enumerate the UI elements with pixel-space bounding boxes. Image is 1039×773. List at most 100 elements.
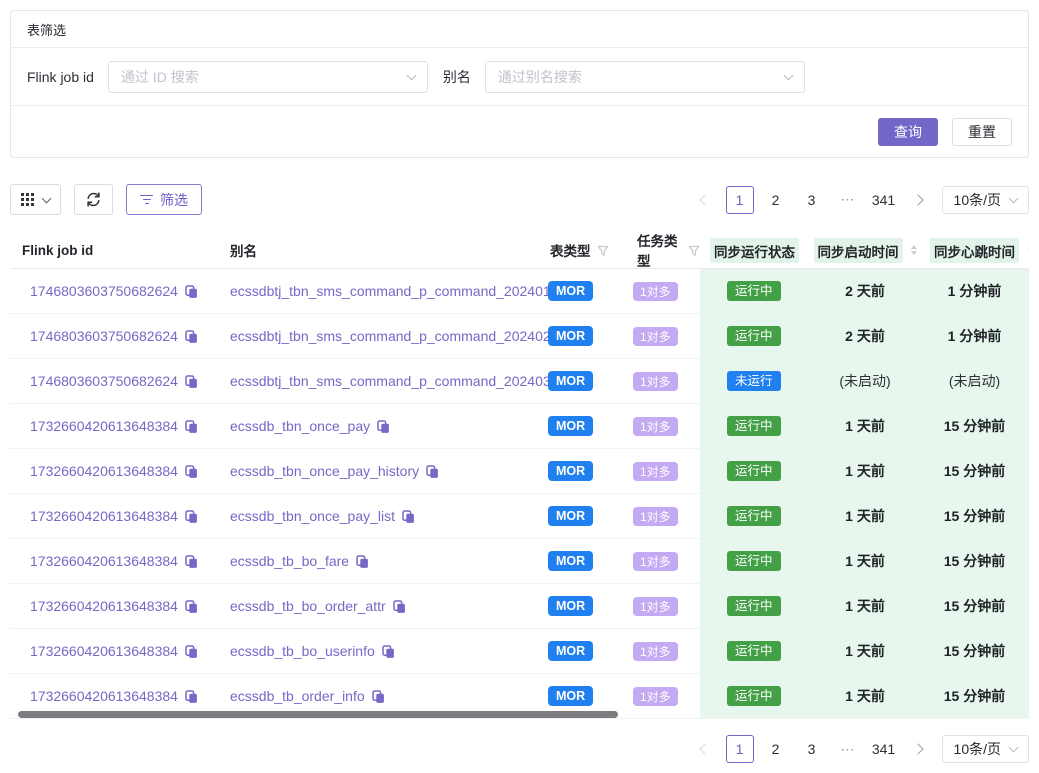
- column-header-label: 同步启动时间: [814, 238, 903, 263]
- cell-task-type: 1对多: [625, 359, 700, 403]
- flink-job-id-link[interactable]: 1732660420613648384: [30, 418, 178, 434]
- table-row: 1732660420613648384 ecssdb_tb_bo_userinfo…: [10, 629, 1029, 674]
- copy-icon[interactable]: [402, 510, 415, 524]
- horizontal-scrollbar-thumb[interactable]: [18, 711, 618, 718]
- cell-task-type: 1对多: [625, 629, 700, 673]
- alias-link[interactable]: ecssdbtj_tbn_sms_command_p_command_20240…: [230, 373, 551, 389]
- copy-icon[interactable]: [185, 510, 198, 524]
- page-size-select[interactable]: 10条/页: [942, 735, 1029, 763]
- copy-icon[interactable]: [185, 645, 198, 659]
- cell-task-type: 1对多: [625, 269, 700, 313]
- sort-icon[interactable]: [1028, 242, 1029, 252]
- cell-sync-heartbeat-time: 15 分钟前: [920, 404, 1029, 448]
- copy-icon[interactable]: [185, 330, 198, 344]
- flink-job-id-link[interactable]: 1746803603750682624: [30, 328, 178, 344]
- sync-status-badge: 运行中: [727, 641, 781, 661]
- refresh-icon: [85, 191, 102, 208]
- flink-job-id-link[interactable]: 1732660420613648384: [30, 463, 178, 479]
- copy-icon[interactable]: [426, 465, 439, 479]
- alias-placeholder: 通过别名搜索: [498, 67, 582, 87]
- cell-sync-status: 运行中: [700, 404, 810, 448]
- table-header-row: Flink job id别名表类型任务类型同步运行状态同步启动时间同步心跳时间: [10, 230, 1029, 269]
- cell-alias: ecssdb_tbn_once_pay_list: [218, 494, 538, 538]
- column-settings-button[interactable]: [10, 184, 61, 215]
- cell-sync-status: 运行中: [700, 539, 810, 583]
- column-header-label: 同步运行状态: [710, 238, 799, 263]
- cell-flink-job-id: 1732660420613648384: [10, 494, 218, 538]
- column-header-label: 别名: [230, 240, 257, 260]
- page-size-select[interactable]: 10条/页: [942, 186, 1029, 214]
- copy-icon[interactable]: [185, 555, 198, 569]
- pagination-next-button[interactable]: [906, 735, 934, 763]
- pagination-page-341[interactable]: 341: [870, 735, 898, 763]
- alias-link[interactable]: ecssdb_tbn_once_pay_list: [230, 508, 395, 524]
- copy-icon[interactable]: [185, 285, 198, 299]
- alias-link[interactable]: ecssdb_tb_bo_order_attr: [230, 598, 386, 614]
- copy-icon[interactable]: [377, 420, 390, 434]
- alias-link[interactable]: ecssdbtj_tbn_sms_command_p_command_20240…: [230, 328, 551, 344]
- cell-sync-heartbeat-time: 15 分钟前: [920, 539, 1029, 583]
- alias-link[interactable]: ecssdb_tb_bo_userinfo: [230, 643, 375, 659]
- cell-flink-job-id: 1746803603750682624: [10, 269, 218, 313]
- table-body: 1746803603750682624 ecssdbtj_tbn_sms_comm…: [10, 269, 1029, 719]
- copy-icon[interactable]: [185, 420, 198, 434]
- copy-icon[interactable]: [372, 690, 385, 704]
- sync-start-time-value: 1 天前: [845, 641, 885, 661]
- cell-task-type: 1对多: [625, 314, 700, 358]
- filter-funnel-icon[interactable]: [688, 245, 700, 257]
- copy-icon[interactable]: [185, 690, 198, 704]
- copy-icon[interactable]: [185, 600, 198, 614]
- alias-link[interactable]: ecssdbtj_tbn_sms_command_p_command_20240…: [230, 283, 551, 299]
- pagination-page-3[interactable]: 3: [798, 186, 826, 214]
- cell-sync-heartbeat-time: 15 分钟前: [920, 674, 1029, 718]
- flink-job-id-link[interactable]: 1732660420613648384: [30, 688, 178, 704]
- refresh-button[interactable]: [74, 184, 113, 215]
- chevron-down-icon: [406, 71, 416, 81]
- sync-heartbeat-time-value: 15 分钟前: [944, 641, 1005, 661]
- filter-funnel-icon[interactable]: [597, 245, 609, 257]
- chevron-down-icon: [1009, 193, 1019, 203]
- pagination-page-1[interactable]: 1: [726, 735, 754, 763]
- reset-button[interactable]: 重置: [952, 118, 1012, 146]
- alias-link[interactable]: ecssdb_tb_bo_fare: [230, 553, 349, 569]
- cell-sync-start-time: 2 天前: [810, 314, 920, 358]
- sync-start-time-value: 1 天前: [845, 686, 885, 706]
- copy-icon[interactable]: [185, 465, 198, 479]
- flink-job-id-link[interactable]: 1732660420613648384: [30, 643, 178, 659]
- flink-job-id-link[interactable]: 1732660420613648384: [30, 508, 178, 524]
- pagination-page-2[interactable]: 2: [762, 186, 790, 214]
- alias-link[interactable]: ecssdb_tb_order_info: [230, 688, 365, 704]
- cell-sync-status: 运行中: [700, 314, 810, 358]
- column-header-c4: 任务类型: [625, 230, 700, 269]
- flink-job-id-select[interactable]: 通过 ID 搜索: [108, 61, 428, 93]
- flink-job-id-link[interactable]: 1732660420613648384: [30, 598, 178, 614]
- pagination-page-3[interactable]: 3: [798, 735, 826, 763]
- sort-icon[interactable]: [911, 245, 917, 255]
- cell-flink-job-id: 1732660420613648384: [10, 539, 218, 583]
- alias-link[interactable]: ecssdb_tbn_once_pay_history: [230, 463, 419, 479]
- pagination-prev-button[interactable]: [690, 735, 718, 763]
- alias-link[interactable]: ecssdb_tbn_once_pay: [230, 418, 370, 434]
- pagination-prev-button[interactable]: [690, 186, 718, 214]
- alias-select[interactable]: 通过别名搜索: [485, 61, 805, 93]
- cell-flink-job-id: 1746803603750682624: [10, 314, 218, 358]
- query-button[interactable]: 查询: [878, 118, 938, 146]
- pagination-page-341[interactable]: 341: [870, 186, 898, 214]
- column-header-label: 任务类型: [637, 230, 682, 269]
- flink-job-id-link[interactable]: 1746803603750682624: [30, 283, 178, 299]
- sync-start-time-value: 2 天前: [845, 281, 885, 301]
- table-type-badge: MOR: [548, 326, 593, 346]
- flink-job-id-link[interactable]: 1746803603750682624: [30, 373, 178, 389]
- column-header-c1: Flink job id: [10, 230, 218, 269]
- flink-job-id-link[interactable]: 1732660420613648384: [30, 553, 178, 569]
- pagination-page-1[interactable]: 1: [726, 186, 754, 214]
- copy-icon[interactable]: [393, 600, 406, 614]
- pagination-next-button[interactable]: [906, 186, 934, 214]
- chevron-down-icon: [42, 193, 52, 203]
- cell-table-type: MOR: [538, 584, 625, 628]
- copy-icon[interactable]: [382, 645, 395, 659]
- pagination-page-2[interactable]: 2: [762, 735, 790, 763]
- filter-toggle-button[interactable]: 筛选: [126, 184, 202, 215]
- copy-icon[interactable]: [356, 555, 369, 569]
- copy-icon[interactable]: [185, 375, 198, 389]
